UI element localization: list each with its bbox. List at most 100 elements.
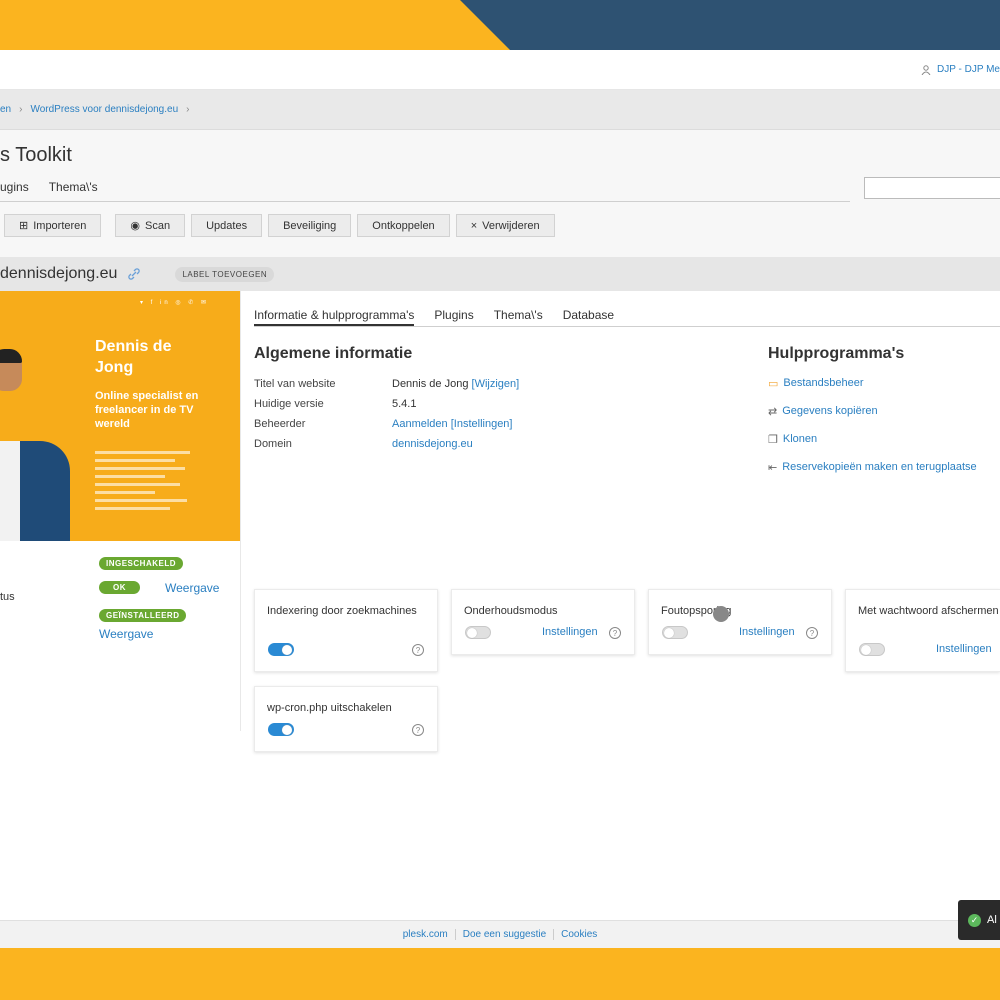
maintenance-toggle[interactable] bbox=[465, 626, 491, 639]
updates-label: Updates bbox=[206, 219, 248, 232]
security-label: Beveiliging bbox=[283, 219, 337, 232]
sync-icon: ⇄ bbox=[768, 406, 778, 418]
footer-link-cookies[interactable]: Cookies bbox=[553, 929, 604, 940]
tab-database[interactable]: Database bbox=[563, 291, 614, 326]
tool-label: Reservekopieën maken en terugplaatse bbox=[782, 461, 977, 473]
help-icon[interactable]: ? bbox=[412, 644, 424, 656]
breadcrumb-item[interactable]: en bbox=[0, 104, 11, 115]
indexing-card: Indexering door zoekmachines ? bbox=[254, 589, 438, 672]
main-tabs: ugins Thema\'s bbox=[0, 180, 850, 202]
scan-button[interactable]: ◉ Scan bbox=[115, 214, 186, 237]
tab-themes[interactable]: Thema\'s bbox=[494, 291, 543, 326]
footer-link-suggest[interactable]: Doe een suggestie bbox=[454, 929, 553, 940]
card-title: wp-cron.php uitschakelen bbox=[267, 702, 392, 714]
preview-tagline: Online specialist en freelancer in de TV… bbox=[95, 390, 199, 430]
add-label-button[interactable]: LABEL TOEVOEGEN bbox=[175, 266, 275, 282]
navy-decor-shape bbox=[460, 0, 1000, 50]
import-icon: ⊞ bbox=[19, 220, 29, 232]
general-info: Titel van website Dennis de Jong [Wijzige… bbox=[254, 378, 519, 458]
updates-button[interactable]: Updates bbox=[191, 214, 263, 237]
debug-settings-link[interactable]: Instellingen bbox=[739, 626, 795, 638]
user-menu[interactable]: DJP - DJP Me bbox=[921, 64, 1000, 75]
help-icon[interactable]: ? bbox=[806, 627, 818, 639]
debug-toggle[interactable] bbox=[662, 626, 688, 639]
preview-name: Dennis de Jong bbox=[95, 338, 172, 376]
info-key: Huidige versie bbox=[254, 398, 324, 410]
tool-label: Klonen bbox=[782, 433, 818, 445]
card-title: Indexering door zoekmachines bbox=[267, 605, 417, 617]
sub-tabs: Informatie & hulpprogramma's Plugins The… bbox=[254, 291, 1000, 327]
social-icons: ▾ f in ◎ ✆ ✉ bbox=[140, 300, 209, 306]
maintenance-card: Onderhoudsmodus Instellingen ? bbox=[451, 589, 635, 655]
breadcrumb-item[interactable]: WordPress voor dennisdejong.eu bbox=[30, 104, 178, 115]
cron-toggle[interactable] bbox=[268, 723, 294, 736]
check-icon: ✓ bbox=[968, 913, 981, 927]
help-icon[interactable]: ? bbox=[412, 724, 424, 736]
breadcrumb-separator-icon: › bbox=[19, 104, 23, 115]
user-icon bbox=[921, 64, 931, 75]
loading-indicator bbox=[713, 606, 729, 622]
tab-plugins[interactable]: ugins bbox=[0, 180, 29, 201]
password-toggle[interactable] bbox=[859, 643, 885, 656]
notification-toast[interactable]: ✓ Al bbox=[958, 900, 1000, 940]
indexing-toggle[interactable] bbox=[268, 643, 294, 656]
card-title: Met wachtwoord afschermen bbox=[858, 605, 999, 617]
site-screenshot[interactable]: ▾ f in ◎ ✆ ✉ Dennis de Jong Online speci… bbox=[0, 291, 240, 541]
password-settings-link[interactable]: Instellingen bbox=[936, 643, 992, 655]
breadcrumb-separator-icon: › bbox=[186, 104, 190, 115]
search-input[interactable] bbox=[864, 177, 1000, 199]
clone-link[interactable]: ❐ Klonen bbox=[768, 433, 977, 461]
file-manager-link[interactable]: ▭ Bestandsbeheer bbox=[768, 377, 977, 405]
general-info-heading: Algemene informatie bbox=[254, 345, 413, 362]
tools-list: ▭ Bestandsbeheer ⇄ Gegevens kopiëren ❐ Klon… bbox=[768, 377, 977, 489]
maintenance-settings-link[interactable]: Instellingen bbox=[542, 626, 598, 638]
site-content: ▾ f in ◎ ✆ ✉ Dennis de Jong Online speci… bbox=[0, 291, 1000, 920]
copy-data-link[interactable]: ⇄ Gegevens kopiëren bbox=[768, 405, 977, 433]
top-decor-band bbox=[0, 0, 1000, 50]
tab-plugins[interactable]: Plugins bbox=[434, 291, 473, 326]
scan-label: Scan bbox=[145, 219, 171, 232]
clone-icon: ❐ bbox=[768, 434, 778, 446]
toast-text: Al bbox=[987, 914, 997, 926]
close-icon: × bbox=[470, 219, 478, 232]
top-header: DJP - DJP Me bbox=[0, 50, 1000, 90]
cron-card: wp-cron.php uitschakelen ? bbox=[254, 686, 438, 752]
footer-link-plesk[interactable]: plesk.com bbox=[396, 929, 455, 940]
status-label: tus bbox=[0, 591, 15, 603]
info-value: 5.4.1 bbox=[392, 398, 417, 410]
tab-info-tools[interactable]: Informatie & hulpprogramma's bbox=[254, 291, 415, 326]
avatar-shirt bbox=[0, 441, 20, 541]
tab-themes[interactable]: Thema\'s bbox=[49, 180, 98, 201]
info-key: Beheerder bbox=[254, 418, 306, 430]
link-icon[interactable] bbox=[127, 267, 141, 281]
info-value: Dennis de Jong bbox=[392, 378, 469, 390]
divider bbox=[240, 291, 241, 731]
status-area: INGESCHAKELD tus OK Weergave GEÏNSTALLEE… bbox=[0, 551, 240, 671]
tool-label: Gegevens kopiëren bbox=[782, 405, 878, 417]
help-icon[interactable]: ? bbox=[609, 627, 621, 639]
import-button[interactable]: ⊞ Importeren bbox=[4, 214, 102, 237]
site-bar: dennisdejong.eu LABEL TOEVOEGEN bbox=[0, 257, 1000, 291]
admin-settings-link[interactable]: [Instellingen] bbox=[451, 418, 513, 438]
user-label: DJP - DJP Me bbox=[937, 64, 1000, 75]
backup-link[interactable]: ⇤ Reservekopieën maken en terugplaatse bbox=[768, 461, 977, 489]
domain-link[interactable]: dennisdejong.eu bbox=[392, 438, 473, 458]
status-badge: OK bbox=[99, 581, 140, 594]
delete-label: Verwijderen bbox=[482, 219, 540, 232]
disconnect-button[interactable]: Ontkoppelen bbox=[357, 214, 450, 237]
page-body: s Toolkit ugins Thema\'s ⊞ Importeren ◉ Sc… bbox=[0, 130, 1000, 920]
avatar-hair bbox=[0, 349, 22, 363]
info-key: Titel van website bbox=[254, 378, 336, 390]
view-link[interactable]: Weergave bbox=[99, 627, 153, 641]
footer: plesk.com Doe een suggestie Cookies bbox=[0, 920, 1000, 948]
delete-button[interactable]: × Verwijderen bbox=[455, 214, 555, 237]
login-link[interactable]: Aanmelden bbox=[392, 418, 448, 438]
site-name[interactable]: dennisdejong.eu bbox=[0, 265, 117, 283]
page-title: s Toolkit bbox=[0, 144, 72, 166]
edit-title-link[interactable]: [Wijzigen] bbox=[472, 378, 520, 398]
preview-text-lines bbox=[95, 451, 195, 515]
bottom-decor-band bbox=[0, 948, 1000, 1000]
folder-icon: ▭ bbox=[768, 378, 779, 390]
view-link[interactable]: Weergave bbox=[165, 581, 219, 595]
security-button[interactable]: Beveiliging bbox=[268, 214, 352, 237]
